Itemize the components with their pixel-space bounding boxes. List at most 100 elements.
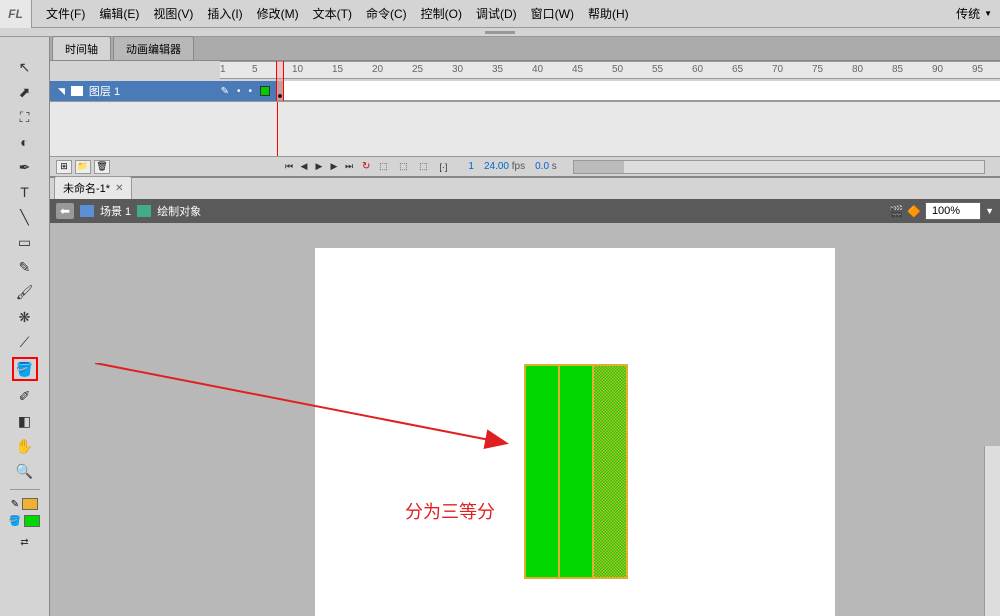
new-layer-button[interactable]: ⊞ (56, 160, 72, 174)
eraser-tool[interactable]: ◧ (15, 411, 35, 431)
close-icon[interactable]: ✕ (115, 183, 123, 194)
menu-insert[interactable]: 插入(I) (201, 1, 248, 26)
tab-timeline[interactable]: 时间轴 (52, 36, 111, 60)
shape-segment-3-selected[interactable] (593, 365, 627, 578)
onion-markers-button[interactable]: [·] (436, 160, 450, 174)
ruler-mark: 65 (732, 64, 743, 75)
timeline-status: 1 24.00 fps 0.0 s (468, 161, 556, 172)
tab-motion-editor[interactable]: 动画编辑器 (113, 36, 194, 60)
workspace-label: 传统 (956, 5, 980, 22)
delete-layer-button[interactable]: 🗑 (94, 160, 110, 174)
zoom-selector[interactable]: 100% (925, 202, 981, 220)
menu-view[interactable]: 视图(V) (147, 1, 199, 26)
layer-row[interactable]: ◥ 图层 1 ✎ • • (50, 81, 1000, 101)
zoom-dropdown-icon[interactable]: ▼ (985, 206, 994, 216)
shape-segment-1[interactable] (525, 365, 559, 578)
layer-lock-dot[interactable]: • (248, 86, 252, 97)
timeline-ruler[interactable]: ● 🔒 □ 1 5 10 15 20 25 30 35 40 45 50 55 (50, 61, 1000, 81)
menu-window[interactable]: 窗口(W) (525, 1, 580, 26)
scrollbar-thumb[interactable] (574, 161, 624, 173)
ruler-mark: 30 (452, 64, 463, 75)
flash-logo: FL (0, 0, 32, 28)
zoom-value: 100% (932, 205, 960, 217)
menu-debug[interactable]: 调试(D) (470, 1, 523, 26)
layer-expand-icon[interactable]: ◥ (58, 86, 65, 97)
fill-color-swatch[interactable] (24, 515, 40, 527)
tool-divider (10, 489, 40, 490)
loop-icon[interactable]: ↻ (362, 161, 370, 172)
frame-ruler[interactable]: 1 5 10 15 20 25 30 35 40 45 50 55 60 65 … (220, 61, 1000, 79)
ruler-mark: 45 (572, 64, 583, 75)
ruler-mark: 35 (492, 64, 503, 75)
swap-colors-button[interactable]: ⇄ (15, 532, 35, 552)
vertical-scrollbar[interactable] (984, 446, 1000, 616)
layer-outline-color[interactable] (260, 86, 270, 96)
edit-scene-icon[interactable]: 🎬 (890, 205, 904, 218)
subselection-tool[interactable]: ⬈ (15, 82, 35, 102)
stroke-color-row[interactable]: ✎ (11, 498, 38, 510)
document-tab[interactable]: 未命名-1* ✕ (54, 176, 132, 199)
new-folder-button[interactable]: 📁 (75, 160, 91, 174)
scene-breadcrumb[interactable]: 场景 1 (100, 203, 131, 219)
next-frame-button[interactable]: ▶ (327, 160, 341, 174)
fill-color-row[interactable]: 🪣 (9, 515, 40, 527)
edit-symbol-icon[interactable]: 🔶 (907, 205, 921, 218)
zoom-tool[interactable]: 🔍 (15, 461, 35, 481)
pencil-tool[interactable]: ✎ (15, 257, 35, 277)
back-button[interactable]: ⬅ (56, 203, 74, 219)
deco-tool[interactable]: ❋ (15, 307, 35, 327)
selection-tool[interactable]: ↖ (15, 57, 35, 77)
shape-segment-2[interactable] (559, 365, 593, 578)
ruler-mark: 50 (612, 64, 623, 75)
menu-file[interactable]: 文件(F) (40, 1, 91, 26)
ruler-mark: 40 (532, 64, 543, 75)
rectangle-tool[interactable]: ▭ (15, 232, 35, 252)
menu-text[interactable]: 文本(T) (307, 1, 358, 26)
workspace-selector[interactable]: 传统 ▼ (956, 5, 1000, 22)
object-breadcrumb[interactable]: 绘制对象 (157, 203, 201, 219)
play-button[interactable]: ▶ (312, 160, 326, 174)
last-frame-button[interactable]: ⏭ (342, 160, 356, 174)
main-menubar: FL 文件(F) 编辑(E) 视图(V) 插入(I) 修改(M) 文本(T) 命… (0, 0, 1000, 28)
layer-visibility-dot[interactable]: • (237, 86, 241, 97)
pen-tool[interactable]: ✒ (15, 157, 35, 177)
ruler-mark: 15 (332, 64, 343, 75)
drawing-object[interactable] (524, 364, 628, 579)
stroke-color-swatch[interactable] (22, 498, 38, 510)
menu-commands[interactable]: 命令(C) (360, 1, 413, 26)
menu-modify[interactable]: 修改(M) (251, 1, 305, 26)
ruler-mark: 25 (412, 64, 423, 75)
hand-tool[interactable]: ✋ (15, 436, 35, 456)
chevron-down-icon: ▼ (984, 9, 992, 18)
free-transform-tool[interactable]: ⛶ (15, 107, 35, 127)
keyframe-1[interactable] (276, 81, 284, 100)
text-tool[interactable]: T (15, 182, 35, 202)
timeline-hscroll[interactable] (573, 160, 985, 174)
prev-frame-button[interactable]: ◀ (297, 160, 311, 174)
layer-info[interactable]: ◥ 图层 1 ✎ • • (50, 81, 276, 101)
brush-tool[interactable]: 🖌 (15, 282, 35, 302)
bone-tool[interactable]: ⟋ (15, 332, 35, 352)
onion-skin-button[interactable]: ⬚ (376, 160, 390, 174)
line-tool[interactable]: ╲ (15, 207, 35, 227)
lasso-tool[interactable]: ◐ (15, 132, 35, 152)
menu-control[interactable]: 控制(O) (415, 1, 468, 26)
edit-multiple-button[interactable]: ⬚ (416, 160, 430, 174)
first-frame-button[interactable]: ⏮ (282, 160, 296, 174)
scene-icon (80, 205, 94, 217)
drawing-object-icon (137, 205, 151, 217)
eyedropper-tool[interactable]: ✐ (15, 386, 35, 406)
document-tabs: 未命名-1* ✕ (50, 177, 1000, 199)
playhead-line (277, 102, 278, 156)
canvas-area[interactable]: 分为三等分 (50, 223, 1000, 616)
menu-help[interactable]: 帮助(H) (582, 1, 635, 26)
playback-controls: ⏮ ◀ ▶ ▶ ⏭ ↻ ⬚ ⬚ ⬚ [·] 1 24.00 fps 0.0 s (276, 160, 1000, 174)
menu-edit[interactable]: 编辑(E) (93, 1, 145, 26)
keyframe-dot-icon (278, 94, 282, 98)
fps-display: 24.00 fps (484, 161, 525, 172)
layer-frames[interactable] (276, 81, 1000, 101)
onion-outline-button[interactable]: ⬚ (396, 160, 410, 174)
ruler-mark: 60 (692, 64, 703, 75)
annotation-text: 分为三等分 (405, 498, 495, 524)
paint-bucket-tool[interactable]: 🪣 (15, 359, 35, 379)
